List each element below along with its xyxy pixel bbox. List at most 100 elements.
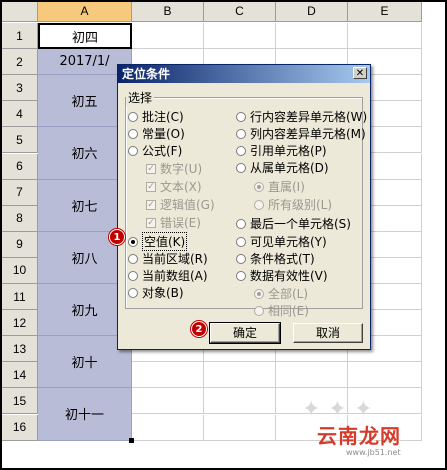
option-label: 空值(K): [142, 232, 188, 251]
cell[interactable]: [348, 23, 422, 50]
option-label: 相同(E): [268, 304, 309, 318]
option-conditional-formats[interactable]: 条件格式(T): [236, 251, 315, 266]
dialog-titlebar: 定位条件 ✕: [118, 65, 370, 83]
option-label: 批注(C): [142, 110, 184, 124]
checkbox-checked-icon: ✓: [146, 163, 156, 174]
option-label: 条件格式(T): [250, 252, 315, 266]
check-errors[interactable]: ✓ 错误(E): [146, 215, 201, 230]
cell[interactable]: [204, 23, 276, 50]
column-header-d[interactable]: D: [276, 2, 348, 22]
row-header-6[interactable]: 6: [2, 153, 38, 180]
option-row-differences[interactable]: 行内容差异单元格(W): [236, 109, 367, 124]
cell-a[interactable]: 初十一: [38, 388, 132, 441]
option-precedents[interactable]: 引用单元格(P): [236, 143, 327, 158]
option-comments[interactable]: 批注(C): [128, 109, 184, 124]
option-current-array[interactable]: 当前数组(A): [128, 268, 208, 283]
cell[interactable]: [132, 23, 204, 50]
option-validation-all[interactable]: 全部(L): [254, 286, 308, 301]
select-all-corner[interactable]: [2, 2, 38, 22]
radio-icon: [236, 162, 246, 173]
option-visible-cells[interactable]: 可见单元格(Y): [236, 234, 327, 249]
option-label: 最后一个单元格(S): [250, 217, 351, 231]
option-objects[interactable]: 对象(B): [128, 285, 184, 300]
go-to-special-dialog: 定位条件 ✕ 选择 批注(C) 常量(O) 公式(F) ✓ 数字(U) ✓ 文本(X…: [117, 64, 371, 350]
column-header-c[interactable]: C: [204, 2, 276, 22]
radio-icon: [236, 218, 246, 229]
cell[interactable]: [276, 362, 348, 389]
radio-icon: [236, 111, 246, 122]
row-header-3[interactable]: 3: [2, 75, 38, 102]
option-column-differences[interactable]: 列内容差异单元格(M): [236, 126, 366, 141]
radio-icon: [236, 270, 246, 281]
row-header-4[interactable]: 4: [2, 101, 38, 128]
cell[interactable]: [132, 362, 204, 389]
radio-icon: [128, 111, 138, 122]
row-header-7[interactable]: 7: [2, 179, 38, 206]
row-header-15[interactable]: 15: [2, 388, 38, 415]
option-blanks[interactable]: 空值(K): [128, 232, 188, 251]
option-formulas[interactable]: 公式(F): [128, 143, 182, 158]
watermark-url: www.jb51.net: [346, 448, 401, 457]
option-data-validation[interactable]: 数据有效性(V): [236, 268, 328, 283]
step-badge-2: 2: [191, 321, 207, 337]
row-header-11[interactable]: 11: [2, 284, 38, 311]
radio-icon: [236, 236, 246, 247]
row-header-1[interactable]: 1: [2, 23, 38, 50]
option-label: 数字(U): [160, 162, 203, 176]
ok-button[interactable]: 确定: [209, 322, 281, 344]
column-header-e[interactable]: E: [348, 2, 422, 22]
option-label: 列内容差异单元格(M): [250, 127, 366, 141]
option-all-levels[interactable]: 所有级别(L): [254, 197, 332, 212]
option-label: 逻辑值(G): [160, 198, 215, 212]
dialog-title: 定位条件: [122, 67, 171, 81]
column-header-b[interactable]: B: [132, 2, 204, 22]
option-label: 直属(I): [268, 180, 305, 194]
option-label: 所有级别(L): [268, 198, 333, 212]
option-current-region[interactable]: 当前区域(R): [128, 251, 208, 266]
option-validation-same[interactable]: 相同(E): [254, 303, 309, 318]
row-header-5[interactable]: 5: [2, 127, 38, 154]
selection-group-label: 选择: [126, 89, 155, 106]
active-cell-a1[interactable]: 初四: [38, 23, 132, 50]
option-constants[interactable]: 常量(O): [128, 126, 185, 141]
cell[interactable]: [204, 388, 276, 415]
row-header-2[interactable]: 2: [2, 49, 38, 76]
cell[interactable]: [204, 362, 276, 389]
row-header-14[interactable]: 14: [2, 362, 38, 389]
row-header-8[interactable]: 8: [2, 205, 38, 232]
row-header-9[interactable]: 9: [2, 231, 38, 258]
fill-handle[interactable]: [129, 437, 134, 443]
column-header-a[interactable]: A: [38, 2, 132, 22]
row-header-12[interactable]: 12: [2, 310, 38, 337]
option-dependents[interactable]: 从属单元格(D): [236, 160, 329, 175]
cell[interactable]: [132, 388, 204, 415]
option-last-cell[interactable]: 最后一个单元格(S): [236, 216, 351, 231]
watermark-ghost-logo: ✦ ✦ ✦: [302, 397, 373, 422]
row-header-13[interactable]: 13: [2, 336, 38, 363]
option-label: 可见单元格(Y): [250, 235, 327, 249]
cell[interactable]: [348, 362, 422, 389]
option-label: 常量(O): [142, 127, 185, 141]
check-text[interactable]: ✓ 文本(X): [146, 179, 202, 194]
option-label: 全部(L): [268, 287, 309, 301]
radio-icon: [128, 145, 138, 156]
close-icon[interactable]: ✕: [353, 67, 367, 79]
radio-selected-icon: [254, 181, 264, 192]
cell[interactable]: [276, 23, 348, 50]
check-numbers[interactable]: ✓ 数字(U): [146, 161, 202, 176]
option-label: 错误(E): [160, 216, 201, 230]
option-direct-only[interactable]: 直属(I): [254, 179, 305, 194]
watermark-logo: 云南龙网: [317, 424, 401, 448]
radio-icon: [254, 199, 264, 210]
radio-icon: [128, 270, 138, 281]
option-label: 数据有效性(V): [250, 269, 328, 283]
row-header-10[interactable]: 10: [2, 257, 38, 284]
row-header-16[interactable]: 16: [2, 414, 38, 441]
cancel-button[interactable]: 取消: [293, 323, 363, 343]
cell[interactable]: [132, 414, 204, 441]
checkbox-checked-icon: ✓: [146, 217, 156, 228]
step-badge-1: 1: [109, 229, 125, 245]
option-label: 当前数组(A): [142, 269, 208, 283]
cell[interactable]: [204, 414, 276, 441]
check-logicals[interactable]: ✓ 逻辑值(G): [146, 197, 215, 212]
